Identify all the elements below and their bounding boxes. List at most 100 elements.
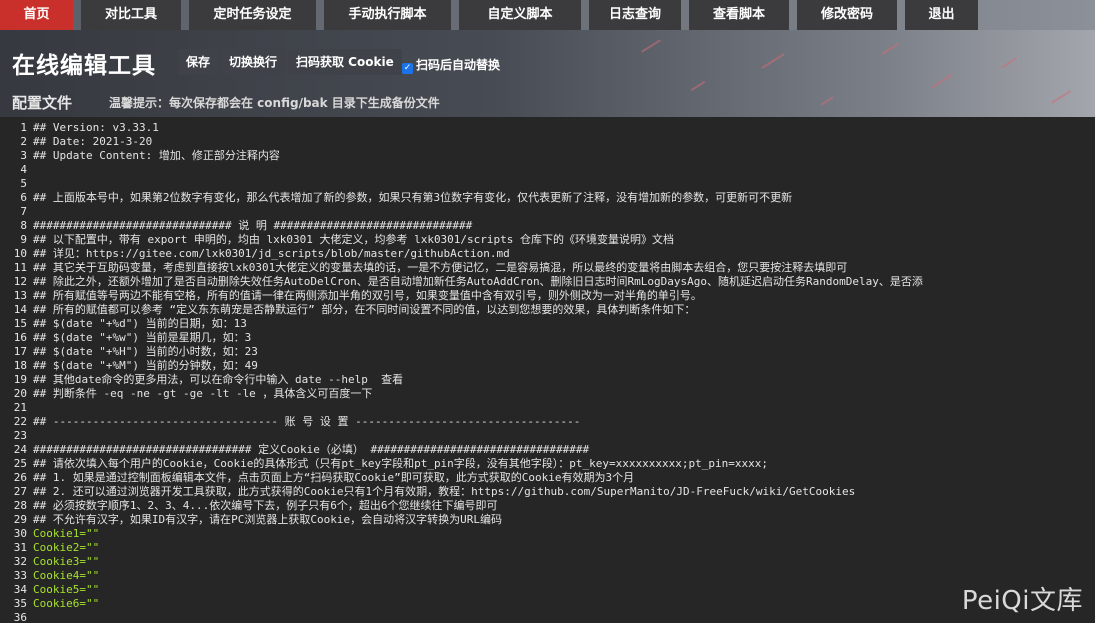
line-number: 30	[13, 527, 27, 540]
nav-view-script[interactable]: 查看脚本	[689, 0, 789, 30]
code-line[interactable]: 1 ## Version: v3.33.1	[0, 121, 1095, 135]
line-number: 3	[20, 149, 27, 162]
code-line[interactable]: 20 ## 判断条件 -eq -ne -gt -ge -lt -le ，具体含义可…	[0, 387, 1095, 401]
watermark: PeiQi文库	[961, 586, 1083, 616]
code-line[interactable]: 28 ## 必须按数字顺序1、2、3、4...依次编号下去，例子只有6个，超出6个…	[0, 499, 1095, 513]
code-line[interactable]: 25 ## 请依次填入每个用户的Cookie，Cookie的具体形式（只有pt_k…	[0, 457, 1095, 471]
code-line[interactable]: 35 Cookie6=""	[0, 597, 1095, 611]
line-number: 7	[20, 205, 27, 218]
decor-streak	[880, 42, 900, 56]
code-line[interactable]: 10 ## 详见：https://gitee.com/lxk0301/jd_scr…	[0, 247, 1095, 261]
line-number: 10	[13, 247, 27, 260]
code-line[interactable]: 36	[0, 611, 1095, 623]
code-line[interactable]: 24 ################################# 定义Co…	[0, 443, 1095, 457]
line-number: 33	[13, 569, 27, 582]
code-text: ## 其他date命令的更多用法，可以在命令行中输入 date --help 查…	[33, 373, 404, 386]
code-line[interactable]: 5	[0, 177, 1095, 191]
code-text: ## $(date "+%M") 当前的分钟数，如：49	[33, 359, 258, 372]
code-line[interactable]: 32 Cookie3=""	[0, 555, 1095, 569]
code-line[interactable]: 29 ## 不允许有汉字，如果ID有汉字，请在PC浏览器上获取Cookie，会自动…	[0, 513, 1095, 527]
code-text: Cookie2=""	[33, 541, 100, 554]
code-line[interactable]: 3 ## Update Content: 增加、修正部分注释内容	[0, 149, 1095, 163]
top-nav: 首页 对比工具 定时任务设定 手动执行脚本 自定义脚本 日志查询 查看脚本 修改…	[0, 0, 1095, 30]
code-line[interactable]: 7	[0, 205, 1095, 219]
nav-custom-script[interactable]: 自定义脚本	[459, 0, 581, 30]
code-text: Cookie1=""	[33, 527, 100, 540]
page-title: 在线编辑工具	[12, 53, 156, 79]
code-text: ## Version: v3.33.1	[33, 121, 159, 134]
decor-streak	[690, 80, 706, 92]
auto-replace-checkbox[interactable]: ✓	[402, 63, 413, 74]
code-line[interactable]: 18 ## $(date "+%M") 当前的分钟数，如：49	[0, 359, 1095, 373]
code-line[interactable]: 4	[0, 163, 1095, 177]
code-text: ## 除此之外，还额外增加了是否自动删除失效任务AutoDelCron、是否自动…	[33, 275, 923, 288]
line-number: 16	[13, 331, 27, 344]
code-line[interactable]: 26 ## 1. 如果是通过控制面板编辑本文件，点击页面上方“扫码获取Cookie…	[0, 471, 1095, 485]
code-text: ## 2. 还可以通过浏览器开发工具获取，此方式获得的Cookie只有1个月有效…	[33, 485, 856, 498]
line-number: 21	[13, 401, 27, 414]
line-number: 34	[13, 583, 27, 596]
code-text: ## 1. 如果是通过控制面板编辑本文件，点击页面上方“扫码获取Cookie”即…	[33, 471, 635, 484]
line-number: 22	[13, 415, 27, 428]
decor-streak	[1051, 90, 1071, 104]
line-number: 25	[13, 457, 27, 470]
toggle-wrap-button[interactable]: 切换换行	[221, 49, 286, 75]
code-line[interactable]: 27 ## 2. 还可以通过浏览器开发工具获取，此方式获得的Cookie只有1个月…	[0, 485, 1095, 499]
nav-home[interactable]: 首页	[0, 0, 73, 30]
code-line[interactable]: 14 ## 所有的赋值都可以参考 “定义东东萌宠是否静默运行” 部分，在不同时间设…	[0, 303, 1095, 317]
code-line[interactable]: 30 Cookie1=""	[0, 527, 1095, 541]
nav-cron-settings[interactable]: 定时任务设定	[189, 0, 316, 30]
code-line[interactable]: 34 Cookie5=""	[0, 583, 1095, 597]
code-text: ## $(date "+%d") 当前的日期，如：13	[33, 317, 247, 330]
line-number: 23	[13, 429, 27, 442]
nav-manual-run[interactable]: 手动执行脚本	[324, 0, 451, 30]
line-number: 14	[13, 303, 27, 316]
code-line[interactable]: 12 ## 除此之外，还额外增加了是否自动删除失效任务AutoDelCron、是否…	[0, 275, 1095, 289]
code-text: ################################# 定义Cook…	[33, 443, 590, 456]
code-line[interactable]: 8 ############################## 说 明 ####…	[0, 219, 1095, 233]
line-number: 4	[20, 163, 27, 176]
code-line[interactable]: 33 Cookie4=""	[0, 569, 1095, 583]
save-button[interactable]: 保存	[178, 49, 219, 75]
line-number: 27	[13, 485, 27, 498]
decor-streak	[761, 53, 785, 69]
code-line[interactable]: 22 ## ---------------------------------- …	[0, 415, 1095, 429]
code-line[interactable]: 31 Cookie2=""	[0, 541, 1095, 555]
nav-compare-tool[interactable]: 对比工具	[81, 0, 181, 30]
auto-replace-option[interactable]: ✓ 扫码后自动替换	[402, 56, 500, 74]
code-text: Cookie5=""	[33, 583, 100, 596]
code-line[interactable]: 21	[0, 401, 1095, 415]
code-line[interactable]: 16 ## $(date "+%w") 当前是星期几，如：3	[0, 331, 1095, 345]
line-number: 6	[20, 191, 27, 204]
scan-cookie-button[interactable]: 扫码获取 Cookie	[288, 49, 402, 75]
decor-streak	[1000, 57, 1018, 69]
code-line[interactable]: 2 ## Date: 2021-3-20	[0, 135, 1095, 149]
nav-log-query[interactable]: 日志查询	[589, 0, 681, 30]
code-text: ############################## 说 明 #####…	[33, 219, 473, 232]
code-line[interactable]: 13 ## 所有赋值等号两边不能有空格，所有的值请一律在两侧添加半角的双引号，如果…	[0, 289, 1095, 303]
line-number: 19	[13, 373, 27, 386]
code-line[interactable]: 17 ## $(date "+%H") 当前的小时数，如：23	[0, 345, 1095, 359]
line-number: 8	[20, 219, 27, 232]
code-line[interactable]: 9 ## 以下配置中，带有 export 申明的，均由 lxk0301 大佬定义，…	[0, 233, 1095, 247]
code-line[interactable]: 15 ## $(date "+%d") 当前的日期，如：13	[0, 317, 1095, 331]
code-text: ## 判断条件 -eq -ne -gt -ge -lt -le ，具体含义可百度…	[33, 387, 373, 400]
line-number: 31	[13, 541, 27, 554]
code-text: ## 以下配置中，带有 export 申明的，均由 lxk0301 大佬定义，均…	[33, 233, 675, 246]
code-editor[interactable]: 1 ## Version: v3.33.1 2 ## Date: 2021-3-20 3…	[0, 117, 1095, 623]
line-number: 36	[13, 611, 27, 623]
code-line[interactable]: 11 ## 其它关于互助码变量，考虑到直接按lxk0301大佬定义的变量去填的话，…	[0, 261, 1095, 275]
code-line[interactable]: 23	[0, 429, 1095, 443]
nav-logout[interactable]: 退出	[905, 0, 978, 30]
nav-change-password[interactable]: 修改密码	[797, 0, 897, 30]
decor-streak	[820, 96, 834, 106]
line-number: 24	[13, 443, 27, 456]
code-line[interactable]: 6 ## 上面版本号中，如果第2位数字有变化，那么代表增加了新的参数，如果只有第3…	[0, 191, 1095, 205]
line-number: 11	[13, 261, 27, 274]
line-number: 26	[13, 471, 27, 484]
code-text: ## 所有赋值等号两边不能有空格，所有的值请一律在两侧添加半角的双引号，如果变量…	[33, 289, 702, 302]
code-line[interactable]: 19 ## 其他date命令的更多用法，可以在命令行中输入 date --help…	[0, 373, 1095, 387]
line-number: 2	[20, 135, 27, 148]
